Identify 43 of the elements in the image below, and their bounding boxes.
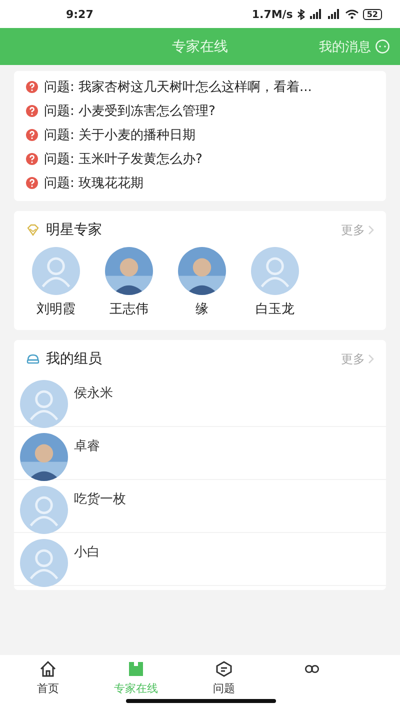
- bluetooth-icon: [296, 8, 305, 20]
- avatar-placeholder-icon: [32, 247, 80, 295]
- expert-name[interactable]: 王志伟: [110, 300, 148, 318]
- member-name[interactable]: 小白: [74, 543, 100, 561]
- question-item[interactable]: 问题: 关于小麦的播种日期: [44, 126, 196, 144]
- diamond-icon: [26, 224, 40, 236]
- question-item[interactable]: 问题: 小麦受到冻害怎么管理?: [44, 102, 216, 120]
- chevron-icon: [368, 354, 374, 364]
- network-speed: 1.7M/s: [252, 8, 293, 20]
- member-name[interactable]: 卓睿: [74, 437, 100, 455]
- member-name[interactable]: 侯永米: [74, 384, 113, 402]
- question-icon: [26, 105, 38, 117]
- member-name[interactable]: 吃货一枚: [74, 490, 126, 508]
- cap-icon: [26, 353, 40, 365]
- signal-icon: [326, 9, 341, 19]
- expert-name[interactable]: 白玉龙: [256, 300, 294, 318]
- message-icon: [375, 39, 390, 54]
- avatar-photo: [178, 247, 226, 295]
- question-icon: [26, 81, 38, 93]
- question-item[interactable]: 问题: 玉米叶子发黄怎么办?: [44, 150, 202, 168]
- section-title: 明星专家: [46, 221, 102, 239]
- avatar-photo: [105, 247, 153, 295]
- expert-name[interactable]: 缘: [196, 300, 208, 318]
- book-icon: [126, 659, 146, 679]
- question-item[interactable]: 问题: 我家杏树这几天树叶怎么这样啊，看着...: [44, 78, 312, 96]
- home-icon: [38, 659, 58, 679]
- expert-name[interactable]: 刘明霞: [36, 300, 76, 318]
- wifi-icon: [344, 9, 359, 19]
- question-icon: [26, 129, 38, 141]
- chevron-icon: [368, 225, 374, 235]
- question-icon: [26, 153, 38, 165]
- battery-level: 52: [362, 8, 382, 20]
- avatar-photo: [20, 433, 68, 481]
- hexagon-icon: [214, 659, 234, 679]
- section-title: 我的组员: [46, 350, 102, 368]
- tab-button[interactable]: 问题: [180, 655, 268, 697]
- signal-icon: [308, 9, 323, 19]
- question-item[interactable]: 问题: 玫瑰花花期: [44, 174, 144, 192]
- status-time: 9:27: [66, 8, 94, 20]
- tab-button[interactable]: 首页: [4, 655, 92, 697]
- question-icon: [26, 177, 38, 189]
- page-title: 专家在线: [172, 38, 228, 56]
- avatar-placeholder-icon: [251, 247, 299, 295]
